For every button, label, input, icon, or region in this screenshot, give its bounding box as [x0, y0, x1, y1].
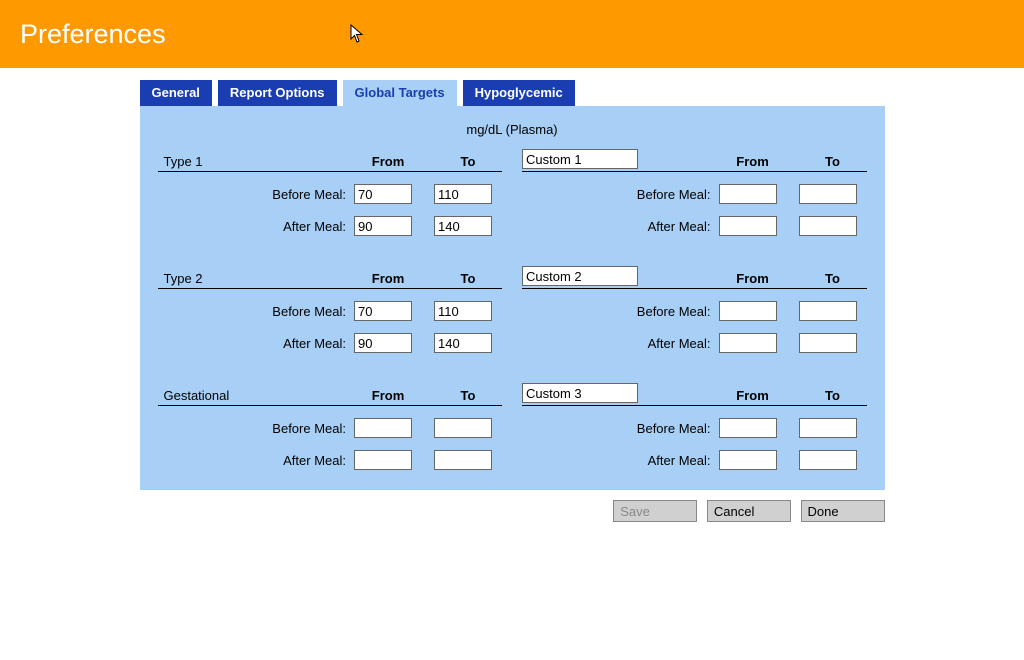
type2-after-from-input[interactable]: [354, 333, 412, 353]
gestational-after-to-input[interactable]: [434, 450, 492, 470]
row-before-meal: Before Meal:: [522, 418, 867, 438]
row-after-meal: After Meal:: [522, 450, 867, 470]
footer-buttons: Save Cancel Done: [140, 500, 885, 522]
header-bar: Preferences: [0, 0, 1024, 68]
tab-bar: General Report Options Global Targets Hy…: [140, 80, 885, 106]
save-button[interactable]: Save: [613, 500, 697, 522]
gestational-after-from-input[interactable]: [354, 450, 412, 470]
row-after-meal: After Meal:: [158, 216, 503, 236]
before-meal-label: Before Meal:: [158, 304, 355, 319]
after-meal-label: After Meal:: [522, 336, 719, 351]
section-gestational: Gestational From To Before Meal: After M…: [158, 381, 503, 470]
section-name: Type 2: [158, 271, 355, 286]
after-meal-label: After Meal:: [158, 219, 355, 234]
tab-report-options[interactable]: Report Options: [218, 80, 337, 106]
unit-label: mg/dL (Plasma): [158, 122, 867, 137]
before-meal-label: Before Meal:: [522, 421, 719, 436]
custom3-after-from-input[interactable]: [719, 450, 777, 470]
custom1-name-input[interactable]: [522, 149, 638, 169]
tab-general[interactable]: General: [140, 80, 212, 106]
type2-after-to-input[interactable]: [434, 333, 492, 353]
row-before-meal: Before Meal:: [158, 301, 503, 321]
section-custom3: From To Before Meal: After Meal:: [522, 381, 867, 470]
targets-grid: Type 1 From To Before Meal: After Meal:: [158, 147, 867, 470]
row-after-meal: After Meal:: [522, 333, 867, 353]
after-meal-label: After Meal:: [158, 453, 355, 468]
type1-before-to-input[interactable]: [434, 184, 492, 204]
done-button[interactable]: Done: [801, 500, 885, 522]
col-from: From: [719, 154, 787, 169]
col-to: To: [434, 388, 502, 403]
custom3-after-to-input[interactable]: [799, 450, 857, 470]
row-after-meal: After Meal:: [522, 216, 867, 236]
custom3-name-input[interactable]: [522, 383, 638, 403]
global-targets-panel: mg/dL (Plasma) Type 1 From To Before Mea…: [140, 106, 885, 490]
content-area: General Report Options Global Targets Hy…: [140, 80, 885, 522]
gestational-before-from-input[interactable]: [354, 418, 412, 438]
col-from: From: [719, 271, 787, 286]
custom1-before-from-input[interactable]: [719, 184, 777, 204]
tab-hypoglycemic[interactable]: Hypoglycemic: [463, 80, 575, 106]
tab-global-targets[interactable]: Global Targets: [343, 80, 457, 106]
before-meal-label: Before Meal:: [522, 304, 719, 319]
gestational-before-to-input[interactable]: [434, 418, 492, 438]
row-after-meal: After Meal:: [158, 333, 503, 353]
row-after-meal: After Meal:: [158, 450, 503, 470]
type2-before-to-input[interactable]: [434, 301, 492, 321]
custom3-before-to-input[interactable]: [799, 418, 857, 438]
row-before-meal: Before Meal:: [522, 184, 867, 204]
after-meal-label: After Meal:: [158, 336, 355, 351]
section-header: Type 1 From To: [158, 147, 503, 172]
col-from: From: [354, 271, 422, 286]
col-to: To: [799, 154, 867, 169]
col-to: To: [799, 271, 867, 286]
col-from: From: [354, 388, 422, 403]
custom2-name-input[interactable]: [522, 266, 638, 286]
row-before-meal: Before Meal:: [158, 184, 503, 204]
type1-after-from-input[interactable]: [354, 216, 412, 236]
section-type1: Type 1 From To Before Meal: After Meal:: [158, 147, 503, 236]
section-custom2: From To Before Meal: After Meal:: [522, 264, 867, 353]
section-header: Gestational From To: [158, 381, 503, 406]
col-to: To: [434, 154, 502, 169]
custom3-before-from-input[interactable]: [719, 418, 777, 438]
row-before-meal: Before Meal:: [158, 418, 503, 438]
section-type2: Type 2 From To Before Meal: After Meal:: [158, 264, 503, 353]
section-header: From To: [522, 147, 867, 172]
custom2-after-to-input[interactable]: [799, 333, 857, 353]
cursor-icon: [350, 24, 364, 44]
type1-after-to-input[interactable]: [434, 216, 492, 236]
before-meal-label: Before Meal:: [158, 187, 355, 202]
before-meal-label: Before Meal:: [158, 421, 355, 436]
type1-before-from-input[interactable]: [354, 184, 412, 204]
custom2-before-to-input[interactable]: [799, 301, 857, 321]
custom1-after-to-input[interactable]: [799, 216, 857, 236]
page-title: Preferences: [20, 19, 166, 50]
section-custom1: From To Before Meal: After Meal:: [522, 147, 867, 236]
section-header: From To: [522, 264, 867, 289]
col-from: From: [719, 388, 787, 403]
section-header: From To: [522, 381, 867, 406]
custom2-before-from-input[interactable]: [719, 301, 777, 321]
section-name: Gestational: [158, 388, 355, 403]
after-meal-label: After Meal:: [522, 453, 719, 468]
col-from: From: [354, 154, 422, 169]
cancel-button[interactable]: Cancel: [707, 500, 791, 522]
section-header: Type 2 From To: [158, 264, 503, 289]
col-to: To: [434, 271, 502, 286]
type2-before-from-input[interactable]: [354, 301, 412, 321]
row-before-meal: Before Meal:: [522, 301, 867, 321]
custom1-before-to-input[interactable]: [799, 184, 857, 204]
custom1-after-from-input[interactable]: [719, 216, 777, 236]
after-meal-label: After Meal:: [522, 219, 719, 234]
section-name: Type 1: [158, 154, 355, 169]
col-to: To: [799, 388, 867, 403]
before-meal-label: Before Meal:: [522, 187, 719, 202]
custom2-after-from-input[interactable]: [719, 333, 777, 353]
